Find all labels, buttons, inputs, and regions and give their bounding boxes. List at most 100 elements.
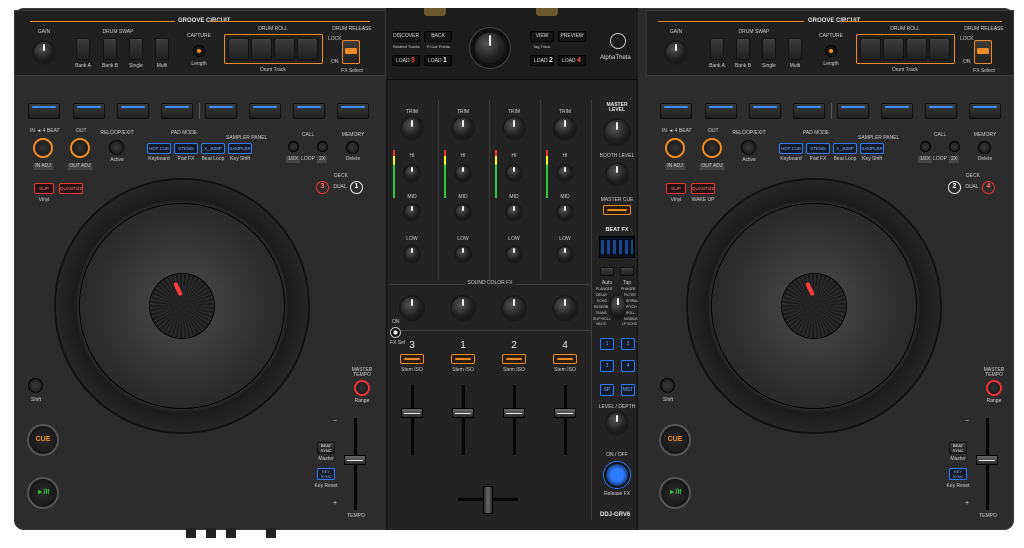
low-knob-ch2[interactable] [456,247,470,261]
drum-swap-button-2[interactable] [103,38,117,60]
discover-button[interactable]: DISCOVER [392,31,420,42]
call-next-button-right[interactable] [949,141,960,152]
performance-pad-5[interactable] [205,103,237,119]
beat-fx-right-button[interactable] [620,267,634,276]
reloop-exit-button[interactable] [109,140,124,155]
slip-button[interactable]: SLIP [34,183,54,194]
trim-knob-ch4[interactable] [555,118,575,138]
performance-pad-2[interactable] [73,103,105,119]
performance-pad-right-6[interactable] [881,103,913,119]
stem-iso-button-ch2[interactable] [451,354,475,364]
performance-pad-right-1[interactable] [660,103,692,119]
drum-swap-button-right-4[interactable] [788,38,802,60]
performance-pad-right-7[interactable] [925,103,957,119]
load-button-2[interactable]: LOAD 2 [530,55,554,66]
color-fx-knob-ch3[interactable] [503,297,525,319]
key-sync-button-right[interactable]: KEY SYNC [949,468,967,480]
performance-pad-1[interactable] [28,103,60,119]
tempo-fader-left[interactable] [344,455,366,465]
drum-roll-pad-1[interactable] [228,38,249,60]
beat-fx-on-off-button[interactable] [604,462,630,488]
gain-knob-right[interactable] [666,42,686,62]
beat-fx-left-button[interactable] [600,267,614,276]
hi-knob-ch1[interactable] [405,166,419,180]
drum-roll-pad-right-2[interactable] [883,38,904,60]
trim-knob-ch1[interactable] [402,118,422,138]
stems-mode-button-right[interactable]: STEMS [806,143,830,154]
hi-knob-ch3[interactable] [507,166,521,180]
level-depth-knob[interactable] [607,413,627,433]
drum-swap-button-1[interactable] [76,38,90,60]
stem-iso-button-ch1[interactable] [400,354,424,364]
hi-knob-ch4[interactable] [558,166,572,180]
drum-roll-pad-right-4[interactable] [929,38,950,60]
cue-button[interactable]: CUE [27,424,59,456]
stem-iso-button-ch3[interactable] [502,354,526,364]
shift-button[interactable] [28,378,43,393]
hot-cue-mode-button-right[interactable]: HOT CUE [779,143,803,154]
color-fx-knob-ch1[interactable] [401,297,423,319]
capture-button-right[interactable] [825,45,837,57]
deck-1-indicator[interactable]: 1 [350,181,363,194]
stem-iso-button-ch4[interactable] [553,354,577,364]
booth-level-knob[interactable] [607,164,627,184]
call-prev-button[interactable] [288,141,299,152]
drum-roll-pad-2[interactable] [251,38,272,60]
channel-fader-2[interactable] [452,408,474,418]
call-prev-button-right[interactable] [920,141,931,152]
beat-fx-ch-mst-button[interactable]: MST [621,384,635,396]
performance-pad-6[interactable] [249,103,281,119]
slip-button-right[interactable]: SLIP [666,183,686,194]
color-fx-on-button[interactable] [390,327,401,338]
mid-knob-ch4[interactable] [558,205,572,219]
performance-pad-right-8[interactable] [969,103,1001,119]
color-fx-knob-ch2[interactable] [452,297,474,319]
mid-knob-ch2[interactable] [456,205,470,219]
drum-swap-button-right-1[interactable] [710,38,724,60]
memory-button[interactable] [346,141,359,154]
drum-roll-pad-right-1[interactable] [860,38,881,60]
key-sync-button[interactable]: KEY SYNC [317,468,335,480]
loop-in-button-right[interactable] [665,138,685,158]
call-next-button[interactable] [317,141,328,152]
x-jump-mode-button-right[interactable]: X_JUMP [833,143,857,154]
sampler-mode-button-right[interactable]: SAMPLER [860,143,884,154]
sampler-mode-button[interactable]: SAMPLER [228,143,252,154]
beat-fx-ch-3-button[interactable]: 3 [600,360,614,372]
back-button[interactable]: BACK [424,31,452,42]
browse-rotary-knob[interactable] [475,33,505,63]
channel-fader-3[interactable] [503,408,525,418]
mid-knob-ch3[interactable] [507,205,521,219]
x-jump-mode-button[interactable]: X_JUMP [201,143,225,154]
master-tempo-button-right[interactable] [986,380,1002,396]
hi-knob-ch2[interactable] [456,166,470,180]
deck-4-indicator[interactable]: 4 [982,181,995,194]
drum-swap-button-right-2[interactable] [736,38,750,60]
cue-button-right[interactable]: CUE [659,424,691,456]
deck-3-indicator[interactable]: 3 [316,181,329,194]
stems-mode-button[interactable]: STEMS [174,143,198,154]
master-cue-button[interactable] [603,205,631,215]
master-tempo-button[interactable] [354,380,370,396]
loop-in-button[interactable] [33,138,53,158]
beat-sync-button[interactable]: BEAT SYNC [317,442,335,454]
performance-pad-right-2[interactable] [705,103,737,119]
view-button[interactable]: VIEW [530,31,554,42]
drum-roll-pad-3[interactable] [274,38,295,60]
beat-fx-select-knob[interactable] [611,296,625,318]
drum-swap-button-right-3[interactable] [762,38,776,60]
drum-roll-pad-right-3[interactable] [906,38,927,60]
drum-swap-button-3[interactable] [129,38,143,60]
low-knob-ch4[interactable] [558,247,572,261]
master-level-knob[interactable] [605,120,629,144]
drum-swap-button-4[interactable] [155,38,169,60]
trim-knob-ch2[interactable] [453,118,473,138]
preview-button[interactable]: PREVIEW [558,31,586,42]
low-knob-ch3[interactable] [507,247,521,261]
crossfader[interactable] [483,486,493,514]
shift-button-right[interactable] [660,378,675,393]
tempo-fader-right[interactable] [976,455,998,465]
beat-fx-ch-1-button[interactable]: 1 [600,338,614,350]
hot-cue-mode-button[interactable]: HOT CUE [147,143,171,154]
trim-knob-ch3[interactable] [504,118,524,138]
